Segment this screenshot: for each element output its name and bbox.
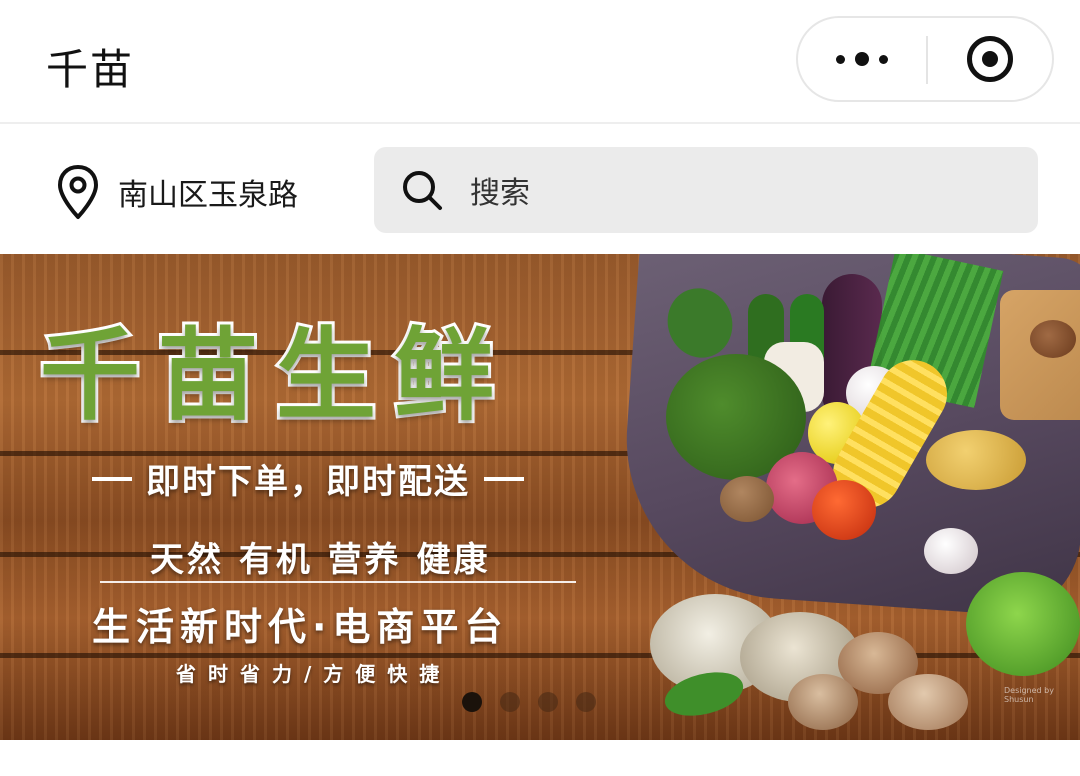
location-text: 南山区玉泉路 [118,178,298,213]
tagline-line-right [484,476,524,481]
banner-tagline: 即时下单，即时配送 [146,462,470,502]
potato-icon [926,430,1026,490]
ring-core [982,51,998,67]
target-ring-icon [967,36,1013,82]
location-selector[interactable]: 南山区玉泉路 [56,160,298,224]
search-placeholder: 搜索 [470,176,530,211]
garlic-icon [924,528,978,574]
potato-icon [720,476,774,522]
page-background [0,740,1080,776]
tagline-line-left [92,476,132,481]
search-bar[interactable]: 搜索 [374,147,1038,233]
lettuce-icon [966,572,1080,676]
page-title: 千苗 [46,45,135,94]
mushroom-cap-icon [1030,320,1076,358]
banner-title: 千苗生鲜 [37,313,512,437]
banner-slogan: 生活新时代·电商平台 [92,605,509,649]
clam-icon [788,674,858,730]
more-dots-icon-right [879,54,888,64]
more-dots-icon-center [855,52,869,66]
promo-banner[interactable]: 千苗生鲜 即时下单，即时配送 天然 有机 营养 健康 生活新时代·电商平台 省时… [0,254,1080,740]
banner-watermark: Designed by Shusun [1004,686,1054,704]
banner-divider [100,581,576,583]
mini-program-capsule [796,16,1054,102]
location-pin-icon [58,165,98,219]
tagline-row: 即时下单，即时配送 [92,454,612,503]
nav-bar: 千苗 [0,0,1080,124]
carousel-dot-4[interactable] [576,692,596,712]
carousel-indicator [462,692,614,712]
tomato-icon [812,480,876,540]
banner-subslogan: 省时省力/方便快捷 [176,662,452,686]
carousel-dot-3[interactable] [538,692,558,712]
clam-icon [888,674,968,730]
carousel-dot-1[interactable] [462,692,482,712]
close-button[interactable] [928,18,1052,100]
more-dots-icon [836,54,845,64]
search-icon [403,171,442,210]
more-button[interactable] [798,18,926,100]
carousel-dot-2[interactable] [500,692,520,712]
banner-feature-text: 天然 有机 营养 健康 [150,540,491,580]
